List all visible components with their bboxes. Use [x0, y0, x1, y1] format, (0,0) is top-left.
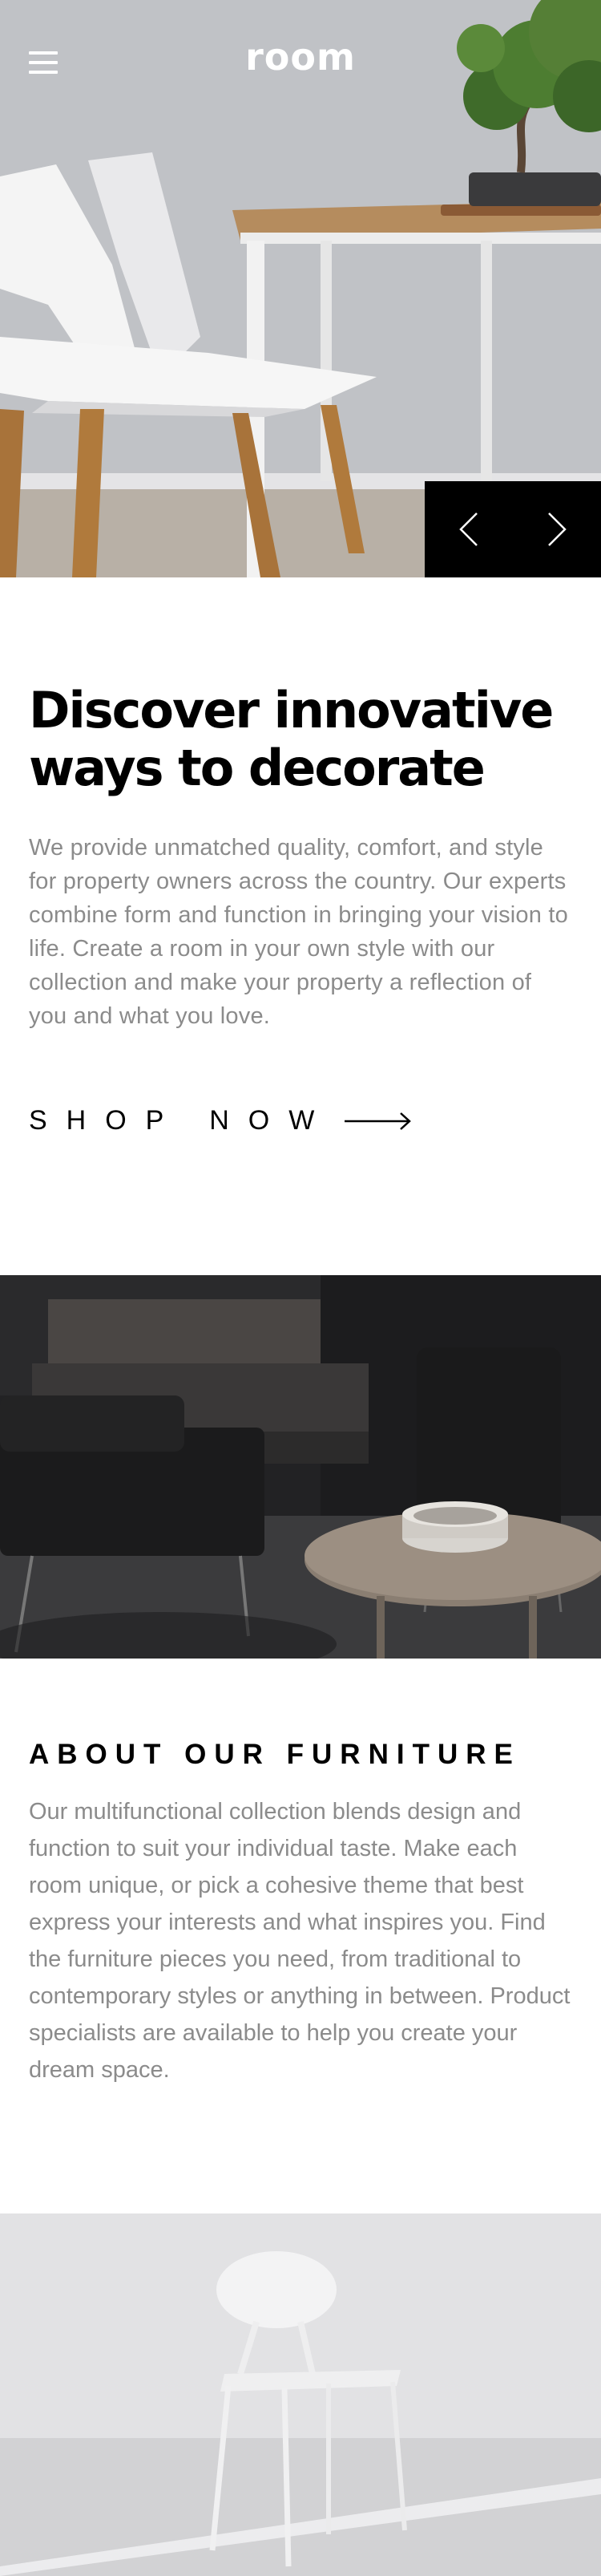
dark-furniture-image [0, 1275, 601, 1659]
top-navigation: room [0, 0, 601, 120]
dark-furniture-photo [0, 1275, 601, 1659]
next-slide-button[interactable] [513, 481, 601, 577]
about-section: ABOUT OUR FURNITURE Our multifunctional … [0, 1659, 601, 2213]
shop-now-label: SHOP NOW [29, 1105, 334, 1136]
logo[interactable]: room [0, 35, 601, 79]
arrow-right-icon [345, 1112, 412, 1130]
about-body: Our multifunctional collection blends de… [29, 1799, 571, 2083]
hero-section: room [0, 0, 601, 577]
intro-section: Discover innovative ways to decorate We … [0, 577, 601, 1275]
slider-controls [425, 481, 601, 577]
intro-body: We provide unmatched quality, comfort, a… [29, 835, 568, 1029]
white-chair-image [0, 2213, 601, 2576]
chevron-right-icon [548, 512, 567, 546]
shop-now-link[interactable]: SHOP NOW [29, 1105, 572, 1136]
previous-slide-button[interactable] [425, 481, 513, 577]
intro-title: Discover innovative ways to decorate [29, 681, 554, 797]
about-title: ABOUT OUR FURNITURE [29, 1739, 521, 1770]
white-chair-photo [0, 2213, 601, 2576]
chevron-left-icon [459, 512, 478, 546]
